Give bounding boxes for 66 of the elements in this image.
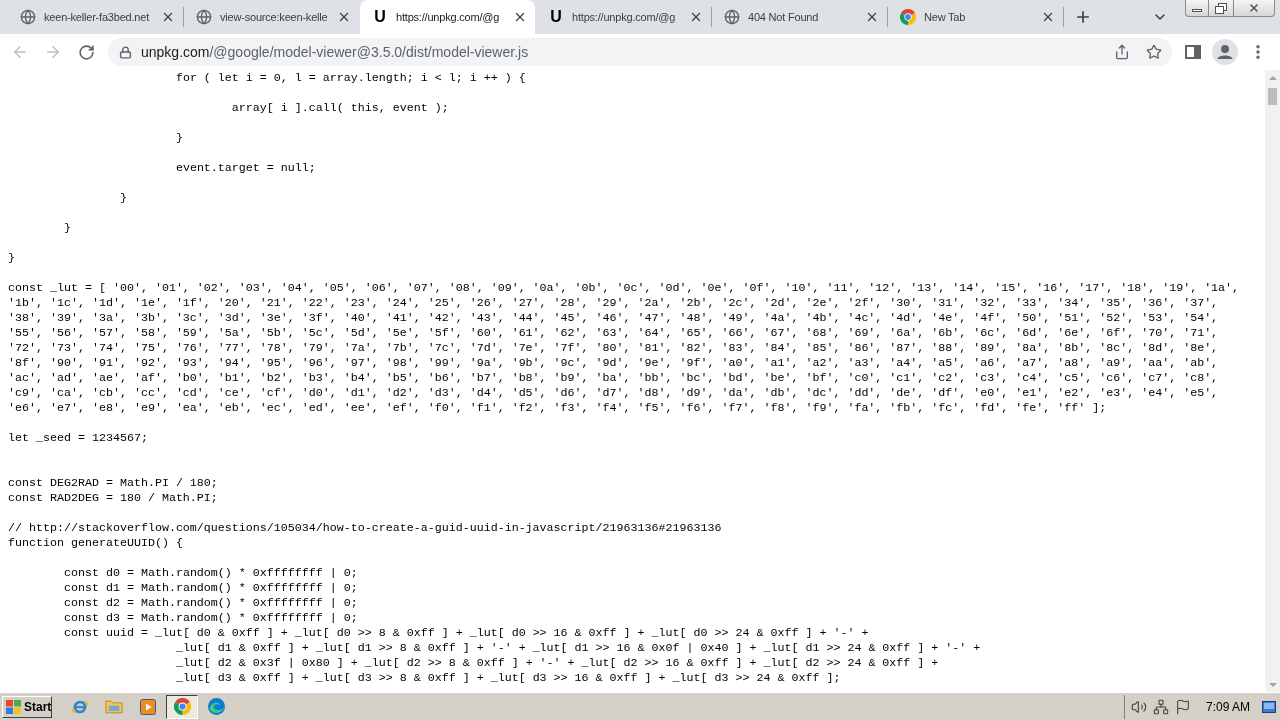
browser-tab[interactable]: 404 Not Found (712, 0, 887, 34)
favicon-letter: U (550, 9, 562, 25)
flag-icon[interactable] (1174, 698, 1191, 715)
code-line: const RAD2DEG = 180 / Math.PI; (8, 491, 218, 505)
restore-button[interactable] (1209, 0, 1234, 17)
globe-icon (20, 9, 36, 25)
code-line: } (63, 221, 71, 235)
code-line: } (8, 251, 15, 265)
close-icon[interactable] (513, 10, 527, 24)
code-line: const uuid = _lut[ d0 & 0xff ] + _lut[ d0 >> 8 & 0xff ] + _lut[ d0 >> 16 & 0xff ] + _lut[ d0 >> 24 & 0xff ] + '-' + (63, 626, 869, 640)
browser-tab[interactable]: keen-keller-fa3bed.net (8, 0, 183, 34)
scrollbar-thumb[interactable] (1268, 88, 1277, 105)
start-button[interactable]: Start (2, 695, 52, 718)
lock-icon[interactable] (119, 45, 132, 59)
minimize-icon (1192, 9, 1202, 12)
code-line: const _lut = [ '00', '01', '02', '03', '04', '05', '06', '07', '08', '09', '0a', '0b', '0c', '0d', '0e', '0f', '10', '11', '12', '13', '14', '15', '16', '17', '18', '19', '1a', '1b', '1c', '1d', '1e', '1f', '20', '21', '22', '23', '24', '25', '26', '27', '28', '29', '2a', '2b', '2c', '2d', '2e', '2f', '30', '31', '32', '33', '34', '35', '36', '37', '38', '39', '3a', '3b', '3c', '3d', '3e', '3f', '40', '41', '42', '43', '44', '45', '46', '47', '48', '49', '4a', '4b', '4c', '4d', '4e', '4f', '50', '51', '52', '53', '54', '55', '56', '57', '58', '59', '5a', '5b', '5c', '5d', '5e', '5f', '60', '61', '62', '63', '64', '65', '66', '67', '68', '69', '6a', '6b', '6c', '6d', '6e', '6f', '70', '71', '72', '73', '74', '75', '76', '77', '78', '79', '7a', '7b', '7c', '7d', '7e', '7f', '80', '81', '82', '83', '84', '85', '86', '87', '88', '89', '8a', '8b', '8c', '8d', '8e', '8f', '90', '91', '92', '93', '94', '95', '96', '97', '98', '99', '9a', '9b', '9c', '9d', '9e', '9f', 'a0', 'a1', 'a2', 'a3', 'a4', 'a5', 'a6', 'a7', 'a8', 'a9', 'aa', 'ab', 'ac', 'ad', 'ae', 'af', 'b0', 'b1', 'b2', 'b3', 'b4', 'b5', 'b6', 'b7', 'b8', 'b9', 'ba', 'bb', 'bc', 'bd', 'be', 'bf', 'c0', 'c1', 'c2', 'c3', 'c4', 'c5', 'c6', 'c7', 'c8', 'c9', 'ca', 'cb', 'cc', 'cd', 'ce', 'cf', 'd0', 'd1', 'd2', 'd3', 'd4', 'd5', 'd6', 'd7', 'd8', 'd9', 'da', 'db', 'dc', 'dd', 'de', 'df', 'e0', 'e1', 'e2', 'e3', 'e4', 'e5', 'e6', 'e7', 'e8', 'e9', 'ea', 'eb', 'ec', 'ed', 'ee', 'ef', 'f0', 'f1', 'f2', 'f3', 'f4', 'f5', 'f6', 'f7', 'f8', 'f9', 'fa', 'fb', 'fc', 'fd', 'fe', 'ff' ]; (8, 281, 1241, 415)
reload-icon[interactable] (77, 43, 95, 61)
code-line: // http://stackoverflow.com/questions/105034/how-to-create-a-guid-uuid-in-javascript/21963136#21963136 (8, 521, 722, 535)
code-line: let _seed = 1234567; (8, 431, 148, 445)
profile-icon[interactable] (1212, 39, 1238, 65)
taskbar-button[interactable] (166, 694, 198, 719)
share-icon[interactable] (1114, 44, 1130, 60)
code-line: const d2 = Math.random() * 0xffffffff | 0; (63, 596, 358, 610)
globe-icon (196, 9, 212, 25)
address-bar[interactable]: unpkg.com/@google/model-viewer@3.5.0/dist/model-viewer.js (108, 38, 1172, 66)
close-icon[interactable] (865, 10, 879, 24)
browser-tab[interactable]: view-source:keen-kelle (184, 0, 359, 34)
code-line: } (119, 191, 127, 205)
speaker-icon[interactable] (1130, 698, 1147, 715)
code-line: const d1 = Math.random() * 0xffffffff | 0; (63, 581, 358, 595)
folder-icon (105, 699, 123, 714)
browser-logo-icon (900, 9, 916, 25)
code-line: _lut[ d1 & 0xff ] + _lut[ d1 >> 8 & 0xff ] + '-' + _lut[ d1 >> 16 & 0x0f | 0x40 ] + _lut[ d1 >> 24 & 0xff ] + '-' + (175, 641, 981, 655)
favicon-letter: U (374, 9, 386, 25)
code-line: const d3 = Math.random() * 0xffffffff | 0; (63, 611, 358, 625)
globe-icon (724, 9, 740, 25)
code-line: const DEG2RAD = Math.PI / 180; (8, 476, 218, 490)
close-icon (1248, 2, 1260, 14)
play-tile-icon (140, 698, 156, 715)
code-line: function generateUUID() { (8, 536, 183, 550)
browser-tab[interactable]: U https://unpkg.com/@g (360, 0, 535, 34)
code-line: for ( let i = 0, l = array.length; i < l; i ++ ) { (175, 71, 526, 85)
scrollbar[interactable] (1265, 70, 1280, 692)
show-desktop-icon[interactable] (1262, 700, 1276, 713)
browser-tab[interactable]: U https://unpkg.com/@g (536, 0, 711, 34)
code-line: _lut[ d2 & 0x3f | 0x80 ] + _lut[ d2 >> 8 & 0xff ] + '-' + _lut[ d2 >> 16 & 0xff ] + _lut[ d2 >> 24 & 0xff ] + (175, 656, 939, 670)
browser-logo-icon (173, 698, 191, 715)
close-icon[interactable] (1041, 10, 1055, 24)
side-panel-icon[interactable] (1185, 45, 1201, 59)
star-icon[interactable] (1146, 44, 1162, 60)
close-icon[interactable] (337, 10, 351, 24)
restore-icon (1215, 2, 1227, 14)
code-line: array[ i ].call( this, event ); (231, 101, 449, 115)
start-logo-icon (6, 699, 21, 714)
new-tab-icon[interactable] (1074, 8, 1092, 26)
code-line: } (175, 131, 183, 145)
minimize-button[interactable] (1185, 0, 1209, 17)
code-line: event.target = null; (175, 161, 316, 175)
clock[interactable]: 7:09 AM (1205, 697, 1250, 716)
code-line: const d0 = Math.random() * 0xffffffff | 0; (63, 566, 358, 580)
browser-tab[interactable]: New Tab (888, 0, 1063, 34)
network-icon[interactable] (1152, 698, 1169, 715)
close-icon[interactable] (689, 10, 703, 24)
code-line: _lut[ d3 & 0xff ] + _lut[ d3 >> 8 & 0xff ] + _lut[ d3 >> 16 & 0xff ] + _lut[ d3 >> 24 & 0xff ]; (175, 671, 841, 685)
close-icon[interactable] (161, 10, 175, 24)
swirl-logo-icon (207, 698, 225, 715)
